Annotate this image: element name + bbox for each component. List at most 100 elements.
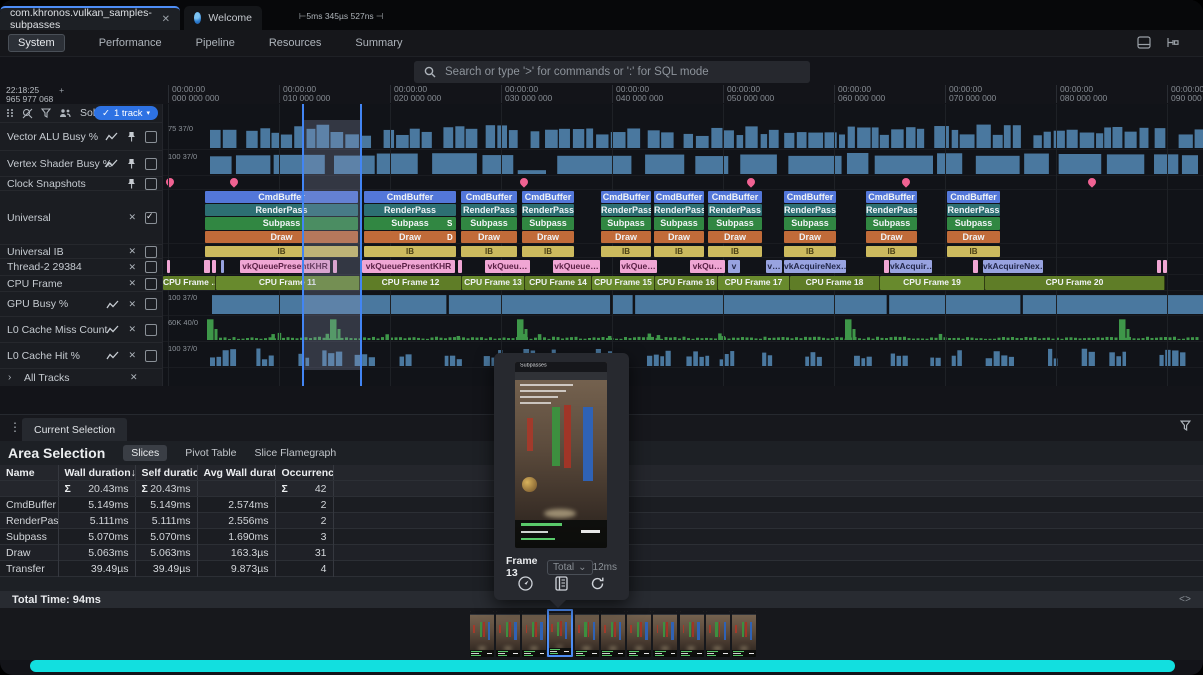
frame-thumbnail[interactable] — [470, 611, 494, 657]
trace-slice[interactable]: vkQueu… — [485, 260, 530, 273]
selection-boundary-line[interactable] — [360, 104, 362, 386]
line-chart-icon[interactable] — [106, 300, 119, 309]
trace-slice[interactable]: vkAcquireNex… — [784, 260, 846, 273]
trace-slice[interactable]: IB — [654, 246, 704, 257]
frame-thumbnail[interactable] — [706, 611, 730, 657]
panel-layout-icon[interactable] — [1137, 36, 1151, 49]
trace-slice[interactable]: CmdBuffer — [947, 191, 1000, 203]
trace-slice[interactable] — [167, 260, 170, 273]
visibility-checkbox[interactable] — [145, 350, 157, 362]
selection-highlight-bar[interactable] — [30, 660, 1175, 672]
track-label-row[interactable]: Vertex Shader Busy % — [0, 151, 162, 177]
frame-thumbnail[interactable] — [601, 611, 625, 657]
trace-slice[interactable]: Subpass — [601, 217, 651, 229]
report-icon[interactable] — [553, 575, 570, 592]
trace-slice[interactable]: Draw — [784, 231, 836, 243]
track-count-pill[interactable]: ✓ 1 track ▾ — [94, 106, 158, 120]
split-view-icon[interactable] — [1165, 36, 1179, 49]
track-label-row[interactable]: Vector ALU Busy % — [0, 123, 162, 151]
line-chart-icon[interactable] — [105, 159, 118, 168]
col-wall-duration[interactable]: Wall duration↓ — [58, 465, 135, 481]
trace-slice[interactable]: IB — [601, 246, 651, 257]
trace-slice[interactable]: CmdBuffer — [708, 191, 762, 203]
panel-filter-icon[interactable] — [1180, 420, 1191, 431]
close-icon[interactable]: ✕ — [128, 212, 136, 223]
selection-boundary-line[interactable] — [302, 104, 304, 386]
cpu-frame-slice[interactable]: CPU Frame 17 — [718, 276, 790, 290]
trace-slice[interactable]: CmdBuffer — [364, 191, 456, 203]
frame-thumbnail-selected[interactable] — [547, 609, 573, 657]
close-icon[interactable]: ✕ — [128, 324, 136, 335]
trace-slice[interactable] — [884, 260, 889, 273]
cpu-frame-slice[interactable]: CPU Frame 19 — [880, 276, 985, 290]
tab-summary[interactable]: Summary — [355, 37, 402, 49]
line-chart-icon[interactable] — [106, 351, 119, 360]
trace-slice[interactable]: IB — [708, 246, 762, 257]
search-input[interactable]: Search or type '>' for commands or ':' f… — [414, 61, 810, 83]
col-name[interactable]: Name — [0, 465, 58, 481]
trace-slice[interactable]: Subpass — [866, 217, 917, 229]
tab-slice-flamegraph[interactable]: Slice Flamegraph — [254, 447, 336, 459]
trace-slice[interactable]: CmdBuffer — [601, 191, 651, 203]
trace-slice[interactable]: vkQueue… — [553, 260, 600, 273]
trace-slice[interactable]: vkQueuePresentKHR — [362, 260, 455, 273]
frame-filmstrip[interactable] — [0, 608, 1203, 660]
cpu-frame-slice[interactable]: CPU Frame 20 — [985, 276, 1165, 290]
clock-snapshot-marker[interactable] — [164, 176, 175, 187]
trace-slice[interactable]: RenderPass — [364, 204, 456, 216]
performance-gauge-icon[interactable] — [517, 575, 534, 592]
all-tracks-row[interactable]: › All Tracks ✕ — [0, 369, 162, 387]
cpu-frame-slice[interactable]: CPU Frame … — [163, 276, 216, 290]
track-label-row[interactable]: Thread-2 29384✕ — [0, 259, 162, 276]
clock-snapshot-marker[interactable] — [518, 176, 529, 187]
trace-slice[interactable]: Subpass — [364, 217, 456, 229]
visibility-checkbox[interactable] — [145, 178, 157, 190]
cpu-frame-slice[interactable]: CPU Frame 15 — [592, 276, 655, 290]
col-avg-wall-duration[interactable]: Avg Wall duration — [197, 465, 275, 481]
trace-slice[interactable] — [221, 260, 224, 273]
track-label-row[interactable]: Clock Snapshots — [0, 177, 162, 191]
trace-slice[interactable] — [204, 260, 210, 273]
line-chart-icon[interactable] — [105, 132, 118, 141]
frame-thumbnail[interactable] — [627, 611, 651, 657]
close-icon[interactable]: ✕ — [128, 278, 136, 289]
trace-slice[interactable]: Draw — [708, 231, 762, 243]
track-label-row[interactable]: L0 Cache Miss Count✕ — [0, 317, 162, 343]
trace-slice[interactable] — [973, 260, 978, 273]
trace-slice[interactable]: IB — [866, 246, 917, 257]
trace-slice[interactable]: v… — [766, 260, 782, 273]
col-occurrences[interactable]: Occurrences — [275, 465, 333, 481]
trace-slice[interactable]: Draw — [654, 231, 704, 243]
track-label-row[interactable]: CPU Frame✕ — [0, 276, 162, 292]
range-dropdown[interactable]: Total⌄ — [547, 560, 593, 575]
trace-slice[interactable]: CmdBuffer — [654, 191, 704, 203]
tab-pipeline[interactable]: Pipeline — [196, 37, 235, 49]
trace-slice[interactable]: RenderPass — [461, 204, 517, 216]
trace-slice[interactable]: Subpass — [461, 217, 517, 229]
close-icon[interactable]: ✕ — [128, 262, 136, 273]
cpu-frame-slice[interactable]: CPU Frame 16 — [655, 276, 718, 290]
trace-slice[interactable]: RenderPass — [784, 204, 836, 216]
visibility-checkbox[interactable] — [145, 246, 157, 258]
clock-snapshot-marker[interactable] — [900, 176, 911, 187]
trace-slice[interactable]: RenderPass — [866, 204, 917, 216]
tab-welcome[interactable]: Welcome — [184, 6, 262, 30]
tab-system[interactable]: System — [8, 34, 65, 52]
close-icon[interactable]: ✕ — [128, 350, 136, 361]
trace-slice[interactable]: CmdBuffer — [522, 191, 574, 203]
frame-thumbnail[interactable] — [496, 611, 520, 657]
frame-thumbnail[interactable] — [522, 611, 546, 657]
trace-slice[interactable]: RenderPass — [601, 204, 651, 216]
track-label-row[interactable]: L0 Cache Hit %✕ — [0, 343, 162, 369]
trace-slice[interactable]: Subpass — [654, 217, 704, 229]
tab-resources[interactable]: Resources — [269, 37, 322, 49]
frame-thumbnail[interactable] — [732, 611, 756, 657]
close-icon[interactable]: ✕ — [128, 299, 136, 310]
trace-slice[interactable]: vkAcquireNex… — [983, 260, 1043, 273]
cpu-frame-slice[interactable]: CPU Frame 12 — [360, 276, 462, 290]
code-view-icon[interactable]: <> — [1179, 595, 1191, 606]
tab-pivot-table[interactable]: Pivot Table — [185, 447, 236, 459]
trace-slice[interactable]: IB — [947, 246, 1000, 257]
line-chart-icon[interactable] — [106, 325, 119, 334]
trace-slice[interactable]: IB — [364, 246, 456, 257]
